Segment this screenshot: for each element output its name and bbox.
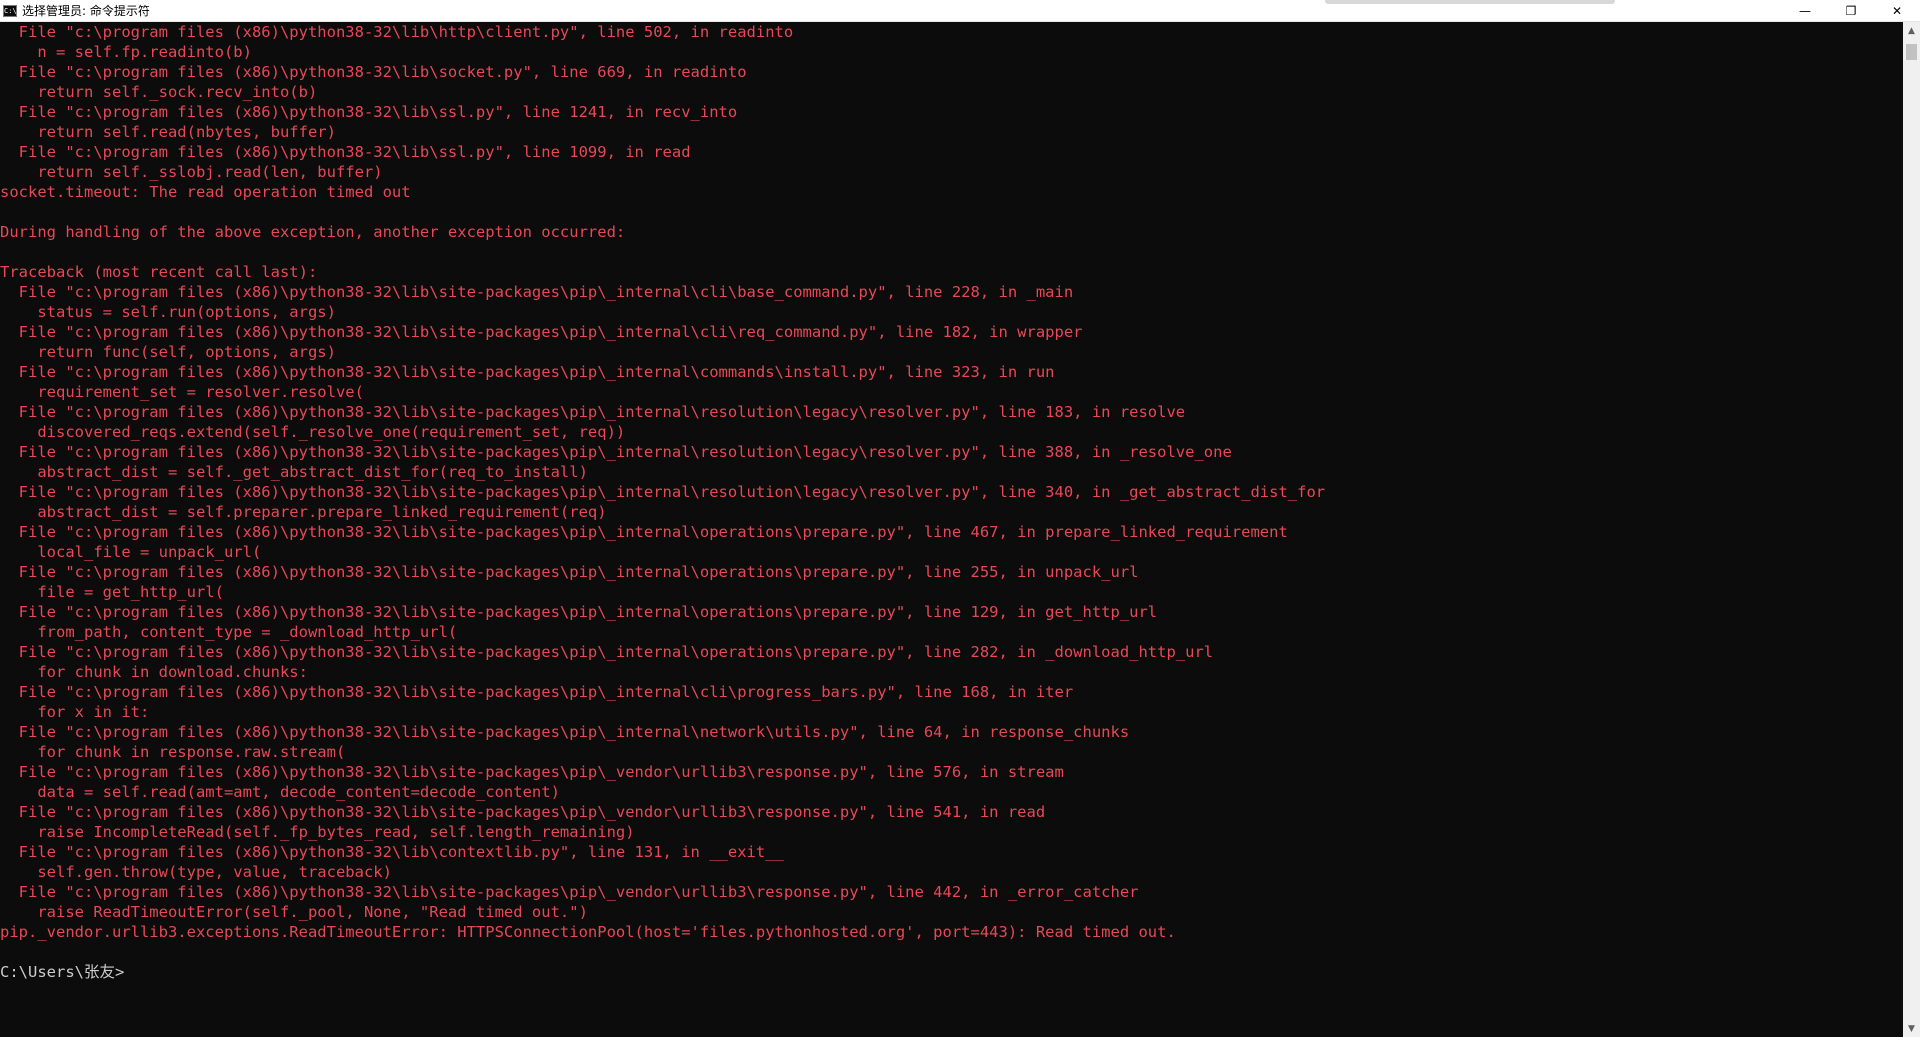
cmd-app-icon[interactable]: C:\ [3,4,17,17]
console-line: File "c:\program files (x86)\python38-32… [0,483,1326,501]
console-line: File "c:\program files (x86)\python38-32… [0,883,1139,901]
console-line: File "c:\program files (x86)\python38-32… [0,563,1139,581]
console-line: for chunk in download.chunks: [0,663,308,681]
console-line: During handling of the above exception, … [0,223,626,241]
console-line: File "c:\program files (x86)\python38-32… [0,143,691,161]
console-line: File "c:\program files (x86)\python38-32… [0,803,1046,821]
console-line: self.gen.throw(type, value, traceback) [0,863,392,881]
console-line: File "c:\program files (x86)\python38-32… [0,63,747,81]
console-line: for chunk in response.raw.stream( [0,743,346,761]
console-line: raise ReadTimeoutError(self._pool, None,… [0,903,588,921]
console-line: discovered_reqs.extend(self._resolve_one… [0,423,626,441]
maximize-button[interactable]: ❐ [1828,0,1874,22]
console-line: return self.read(nbytes, buffer) [0,123,336,141]
console-line: File "c:\program files (x86)\python38-32… [0,763,1064,781]
console-line: from_path, content_type = _download_http… [0,623,458,641]
console-line: status = self.run(options, args) [0,303,336,321]
close-button[interactable]: ✕ [1874,0,1920,22]
console-line: pip._vendor.urllib3.exceptions.ReadTimeo… [0,923,1176,941]
console-line: raise IncompleteRead(self._fp_bytes_read… [0,823,635,841]
console-line: File "c:\program files (x86)\python38-32… [0,603,1158,621]
console-line: abstract_dist = self._get_abstract_dist_… [0,463,588,481]
console-line: File "c:\program files (x86)\python38-32… [0,283,1074,301]
console-line: File "c:\program files (x86)\python38-32… [0,643,1214,661]
console-line: File "c:\program files (x86)\python38-32… [0,403,1186,421]
console-line: n = self.fp.readinto(b) [0,43,252,61]
title-bar[interactable]: C:\ 选择管理员: 命令提示符 — ❐ ✕ [0,0,1920,22]
title-overlay-edge [1325,0,1615,4]
scroll-down-icon[interactable]: ▼ [1903,1020,1920,1037]
console-line: data = self.read(amt=amt, decode_content… [0,783,560,801]
scroll-up-icon[interactable]: ▲ [1903,22,1920,39]
console-line: File "c:\program files (x86)\python38-32… [0,723,1130,741]
console-line: Traceback (most recent call last): [0,263,318,281]
console-line: return self._sslobj.read(len, buffer) [0,163,383,181]
console-line: File "c:\program files (x86)\python38-32… [0,23,794,41]
window-title: 选择管理员: 命令提示符 [22,4,150,18]
console-line: local_file = unpack_url( [0,543,262,561]
minimize-button[interactable]: — [1782,0,1828,22]
console-line: File "c:\program files (x86)\python38-32… [0,683,1074,701]
console-line: File "c:\program files (x86)\python38-32… [0,323,1083,341]
console-line: requirement_set = resolver.resolve( [0,383,364,401]
console-line: socket.timeout: The read operation timed… [0,183,411,201]
console-line: File "c:\program files (x86)\python38-32… [0,523,1288,541]
command-prompt: C:\Users\张友> [0,963,125,981]
console-line: File "c:\program files (x86)\python38-32… [0,443,1232,461]
scroll-thumb[interactable] [1906,44,1917,60]
console-line: return func(self, options, args) [0,343,336,361]
console-line: File "c:\program files (x86)\python38-32… [0,843,784,861]
console-line: return self._sock.recv_into(b) [0,83,318,101]
console-line: file = get_http_url( [0,583,224,601]
vertical-scrollbar[interactable]: ▲ ▼ [1903,22,1920,1037]
window-controls: — ❐ ✕ [1782,0,1920,22]
console-line: abstract_dist = self.preparer.prepare_li… [0,503,607,521]
console-line: File "c:\program files (x86)\python38-32… [0,103,738,121]
console-line: File "c:\program files (x86)\python38-32… [0,363,1055,381]
console-line: for x in it: [0,703,150,721]
console-output[interactable]: File "c:\program files (x86)\python38-32… [0,22,1900,1037]
